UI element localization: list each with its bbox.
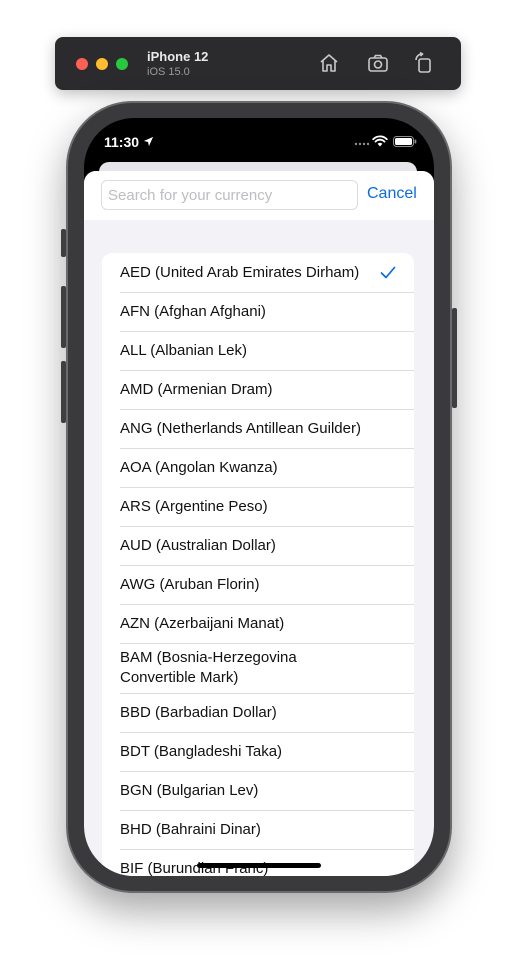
currency-label: BHD (Bahraini Dinar)	[120, 820, 261, 838]
currency-row-amd[interactable]: AMD (Armenian Dram)	[102, 370, 414, 409]
currency-label: BDT (Bangladeshi Taka)	[120, 742, 283, 760]
search-input[interactable]	[101, 180, 358, 210]
signal-icon	[354, 142, 370, 146]
currency-label: ALL (Albanian Lek)	[120, 341, 248, 359]
mute-switch	[61, 229, 66, 257]
status-time: 11:30	[104, 134, 140, 150]
currency-label: BAM (Bosnia-Herzegovina Convertible Mark…	[120, 649, 297, 686]
currency-label: AUD (Australian Dollar)	[120, 536, 276, 554]
volume-down-button	[61, 361, 66, 423]
currency-label: BBD (Barbadian Dollar)	[120, 703, 277, 721]
currency-label: ARS (Argentine Peso)	[120, 497, 268, 515]
currency-row-aed[interactable]: AED (United Arab Emirates Dirham)	[102, 253, 414, 292]
rotate-icon[interactable]	[412, 51, 436, 75]
zoom-window-button[interactable]	[116, 58, 128, 70]
minimize-window-button[interactable]	[96, 58, 108, 70]
currency-row-bgn[interactable]: BGN (Bulgarian Lev)	[102, 771, 414, 810]
currency-label: AOA (Angolan Kwanza)	[120, 458, 278, 476]
currency-label: ANG (Netherlands Antillean Guilder)	[120, 419, 361, 437]
currency-row-awg[interactable]: AWG (Aruban Florin)	[102, 565, 414, 604]
simulator-toolbar: iPhone 12 iOS 15.0	[55, 37, 461, 90]
close-window-button[interactable]	[76, 58, 88, 70]
currency-list: AED (United Arab Emirates Dirham) AFN (A…	[102, 253, 414, 876]
device-name: iPhone 12	[147, 49, 209, 64]
currency-row-all[interactable]: ALL (Albanian Lek)	[102, 331, 414, 370]
home-icon[interactable]	[317, 51, 341, 75]
currency-row-aoa[interactable]: AOA (Angolan Kwanza)	[102, 448, 414, 487]
currency-row-bhd[interactable]: BHD (Bahraini Dinar)	[102, 810, 414, 849]
device-screen: 11:30 Cancel AED (United Ara	[84, 118, 434, 876]
status-bar: 11:30	[84, 118, 434, 162]
wifi-icon	[372, 135, 388, 147]
battery-icon	[393, 136, 417, 147]
currency-row-afn[interactable]: AFN (Afghan Afghani)	[102, 292, 414, 331]
currency-row-bbd[interactable]: BBD (Barbadian Dollar)	[102, 693, 414, 732]
currency-row-ars[interactable]: ARS (Argentine Peso)	[102, 487, 414, 526]
currency-picker-sheet: Cancel AED (United Arab Emirates Dirham)…	[84, 171, 434, 876]
currency-row-bdt[interactable]: BDT (Bangladeshi Taka)	[102, 732, 414, 771]
search-bar: Cancel	[84, 171, 434, 220]
currency-label: BGN (Bulgarian Lev)	[120, 781, 259, 799]
currency-row-aud[interactable]: AUD (Australian Dollar)	[102, 526, 414, 565]
power-button	[452, 308, 457, 408]
currency-label: AFN (Afghan Afghani)	[120, 302, 266, 320]
os-version: iOS 15.0	[147, 66, 190, 78]
home-indicator[interactable]	[197, 863, 321, 868]
currency-row-bam[interactable]: BAM (Bosnia-Herzegovina Convertible Mark…	[102, 643, 414, 693]
currency-row-azn[interactable]: AZN (Azerbaijani Manat)	[102, 604, 414, 643]
currency-label: AED (United Arab Emirates Dirham)	[120, 263, 360, 281]
cancel-button[interactable]: Cancel	[367, 185, 417, 203]
currency-label: AWG (Aruban Florin)	[120, 575, 260, 593]
screenshot-icon[interactable]	[366, 51, 390, 75]
currency-label: AZN (Azerbaijani Manat)	[120, 614, 285, 632]
location-arrow-icon	[143, 136, 154, 147]
checkmark-icon	[380, 266, 396, 279]
volume-up-button	[61, 286, 66, 348]
currency-row-ang[interactable]: ANG (Netherlands Antillean Guilder)	[102, 409, 414, 448]
currency-label: AMD (Armenian Dram)	[120, 380, 273, 398]
